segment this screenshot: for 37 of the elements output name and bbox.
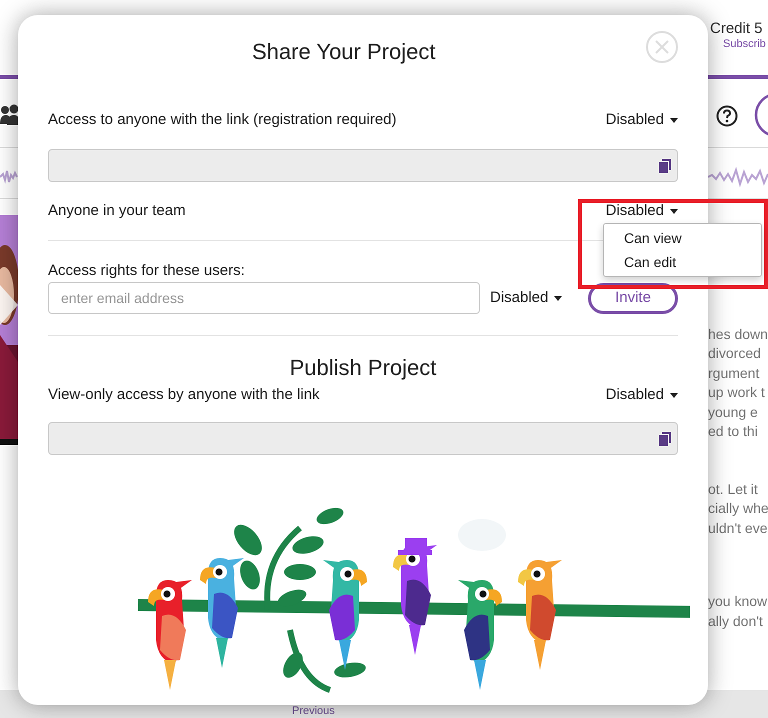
subscribe-link[interactable]: Subscrib xyxy=(723,36,766,52)
copy-icon[interactable] xyxy=(659,158,671,172)
row-label: Anyone in your team xyxy=(48,200,186,221)
text-line: you know xyxy=(708,592,768,610)
text-line: cially whe xyxy=(708,499,768,517)
row-label: Access to anyone with the link (registration required) xyxy=(48,110,397,130)
dialog-title: Share Your Project xyxy=(252,38,436,66)
text-line: rgument xyxy=(708,364,760,382)
row-label: View-only access by anyone with the link xyxy=(48,384,320,405)
copy-icon[interactable] xyxy=(659,432,671,446)
caret-icon[interactable] xyxy=(670,208,678,214)
credit-label: Credit 5 xyxy=(710,19,763,39)
caret-icon[interactable] xyxy=(670,118,678,122)
access-dropdown[interactable]: Disabled xyxy=(490,286,562,310)
row-label: Access rights for these users: xyxy=(48,261,245,281)
email-input[interactable]: enter email address xyxy=(48,282,480,314)
text-line: uldn't eve xyxy=(708,519,768,537)
text-line: up work t xyxy=(708,383,765,401)
text-line: divorced xyxy=(708,344,761,362)
access-dropdown[interactable]: Disabled xyxy=(606,108,678,132)
text-line: ally don't xyxy=(708,612,763,630)
menu-item[interactable]: Can view xyxy=(604,226,761,250)
circle-button-icon[interactable] xyxy=(753,92,768,138)
caret-icon[interactable] xyxy=(670,392,678,398)
previous-link[interactable]: Previous xyxy=(292,705,335,718)
caret-icon[interactable] xyxy=(554,296,562,300)
access-dropdown[interactable]: Disabled xyxy=(606,200,678,222)
link-field[interactable] xyxy=(48,149,678,182)
text-line: young e xyxy=(708,403,758,421)
help-icon[interactable] xyxy=(716,105,738,127)
text-line: ed to thi xyxy=(708,422,758,440)
section-title: Publish Project xyxy=(290,354,436,382)
menu-item[interactable]: Can edit xyxy=(604,250,761,274)
text-line: hes down xyxy=(708,325,768,343)
text-line: ot. Let it xyxy=(708,480,758,498)
access-dropdown[interactable]: Disabled xyxy=(606,384,678,406)
link-field[interactable] xyxy=(48,422,678,455)
